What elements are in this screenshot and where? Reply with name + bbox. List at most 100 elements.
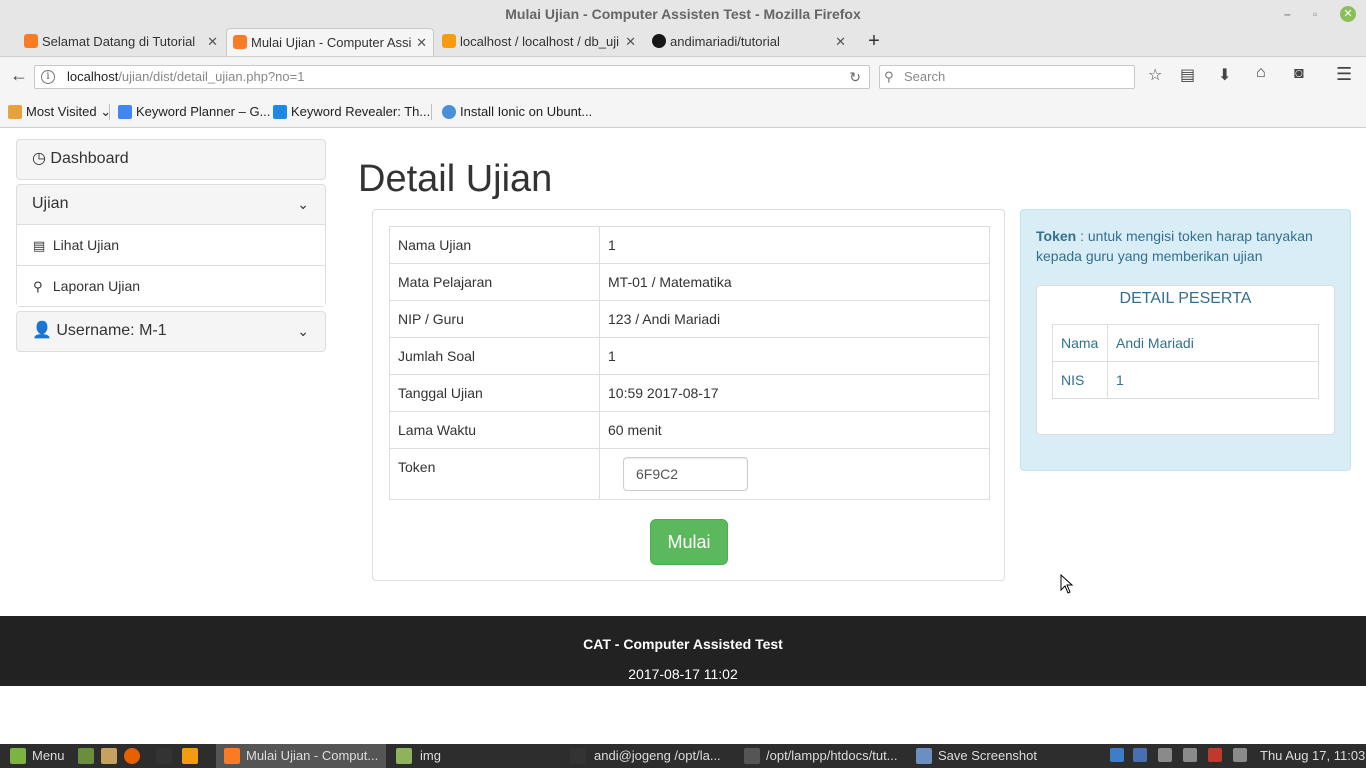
detail-label: Lama Waktu: [389, 411, 600, 449]
tab-phpmyadmin[interactable]: localhost / localhost / db_uji ✕: [436, 28, 642, 56]
bookmark-keyword-planner[interactable]: Keyword Planner – G...: [118, 96, 270, 128]
token-info-description: : untuk mengisi token harap tanyakan kep…: [1036, 228, 1313, 264]
detail-value: 10:59 2017-08-17: [599, 374, 990, 412]
settings-gear-icon[interactable]: [1233, 748, 1247, 762]
search-placeholder: Search: [904, 69, 946, 84]
dropbox-icon[interactable]: [1110, 748, 1124, 762]
new-tab-button[interactable]: +: [864, 28, 884, 56]
camera-icon: [916, 748, 932, 764]
participant-name-label: Nama: [1052, 324, 1108, 362]
maximize-icon[interactable]: ▫: [1313, 0, 1317, 28]
download-icon[interactable]: ⬇: [1218, 65, 1231, 85]
battery-icon[interactable]: [1208, 748, 1222, 762]
sidebar-item-ujian[interactable]: Ujian ⌄: [17, 185, 325, 224]
shield-icon[interactable]: [1133, 748, 1147, 762]
window-titlebar: Mulai Ujian - Computer Assisten Test - M…: [0, 0, 1366, 28]
chevron-down-icon: ⌄: [297, 323, 309, 339]
tab-github[interactable]: andimariadi/tutorial ✕: [646, 28, 852, 56]
tab-selamat-datang[interactable]: Selamat Datang di Tutorial ✕: [18, 28, 224, 56]
taskbar-item-label: andi@jogeng /opt/la...: [594, 748, 721, 763]
token-input[interactable]: [623, 457, 748, 491]
system-clock[interactable]: Thu Aug 17, 11:03: [1260, 744, 1365, 768]
sublime-text-icon[interactable]: [182, 748, 198, 764]
sidebar-item-laporan-ujian[interactable]: ⚲ Laporan Ujian: [17, 265, 325, 306]
bookmark-separator: [109, 104, 110, 120]
bookmark-install-ionic[interactable]: Install Ionic on Ubunt...: [442, 96, 592, 128]
footer-datetime: 2017-08-17 11:02: [628, 666, 738, 682]
xampp-icon: [224, 748, 240, 764]
text-editor-icon: [744, 748, 760, 764]
taskbar-item-screenshot[interactable]: Save Screenshot: [912, 744, 1082, 768]
table-row: Jumlah Soal 1: [389, 337, 990, 375]
dashboard-icon: ◷: [32, 150, 46, 167]
bookmark-keyword-revealer[interactable]: Keyword Revealer: Th...: [273, 96, 430, 128]
taskbar-item-img[interactable]: img: [390, 744, 560, 768]
start-exam-button[interactable]: Mulai: [650, 519, 728, 565]
detail-value: MT-01 / Matematika: [599, 263, 990, 301]
sidebar-dashboard-panel: ◷ Dashboard: [16, 139, 326, 180]
sidebar-item-label: Username: M-1: [56, 322, 167, 339]
bookmark-label: Install Ionic on Ubunt...: [460, 104, 593, 119]
home-icon[interactable]: ⌂: [1256, 64, 1266, 82]
close-tab-icon[interactable]: ✕: [416, 29, 427, 56]
participant-detail-box: DETAIL PESERTA Nama Andi Mariadi NIS 1: [1036, 285, 1335, 435]
participant-nis-value: 1: [1107, 361, 1319, 399]
exam-detail-panel: Nama Ujian 1 Mata Pelajaran MT-01 / Matemat…: [372, 209, 1005, 581]
terminal-icon: [570, 748, 586, 764]
terminal-icon[interactable]: [156, 748, 172, 764]
address-bar[interactable]: i localhost/ujian/dist/detail_ujian.php?…: [34, 65, 870, 89]
sidebar-user-panel: 👤 Username: M-1 ⌄: [16, 311, 326, 352]
sidebar-item-lihat-ujian[interactable]: ▤ Lihat Ujian: [17, 224, 325, 265]
sidebar-ujian-panel: Ujian ⌄ ▤ Lihat Ujian ⚲ Laporan Ujian: [16, 184, 326, 307]
bookmark-label: Keyword Planner – G...: [136, 104, 271, 119]
table-row: Nama Andi Mariadi: [1052, 324, 1319, 362]
participant-table: Nama Andi Mariadi NIS 1: [1052, 324, 1319, 399]
back-arrow-icon[interactable]: ←: [10, 65, 28, 86]
sidebar-item-dashboard[interactable]: ◷ Dashboard: [17, 140, 325, 178]
taskbar-item-label: Save Screenshot: [938, 748, 1038, 763]
info-icon[interactable]: i: [41, 70, 55, 84]
tab-label: andimariadi/tutorial: [670, 34, 780, 49]
token-info-panel: Token : untuk mengisi token harap tanyak…: [1020, 209, 1351, 471]
taskbar-item-terminal[interactable]: andi@jogeng /opt/la...: [564, 744, 734, 768]
footer-app-name: CAT - Computer Assisted Test: [583, 636, 783, 652]
minimize-icon[interactable]: –: [1284, 0, 1291, 28]
participant-detail-title: DETAIL PESERTA: [1119, 290, 1252, 307]
network-signal-icon[interactable]: [1158, 748, 1172, 762]
bookmark-star-icon[interactable]: ☆: [1148, 65, 1162, 85]
close-window-button[interactable]: ✕: [1340, 6, 1356, 22]
start-menu-button[interactable]: Menu: [4, 744, 65, 768]
tab-label: localhost / localhost / db_uji: [460, 34, 619, 49]
reload-icon[interactable]: ↻: [849, 66, 861, 88]
close-tab-icon[interactable]: ✕: [625, 28, 636, 55]
taskbar-item-firefox[interactable]: Mulai Ujian - Comput...: [216, 744, 386, 768]
hamburger-menu-icon[interactable]: ☰: [1336, 64, 1352, 85]
detail-value: 60 menit: [599, 411, 990, 449]
table-row: Nama Ujian 1: [389, 226, 990, 264]
list-icon: ▤: [33, 238, 46, 253]
detail-label: Mata Pelajaran: [389, 263, 600, 301]
volume-icon[interactable]: [1183, 748, 1197, 762]
detail-label: NIP / Guru: [389, 300, 600, 338]
detail-label: Jumlah Soal: [389, 337, 600, 375]
tab-label: Selamat Datang di Tutorial: [42, 34, 196, 49]
pocket-icon[interactable]: ◙: [1294, 65, 1304, 83]
reading-list-icon[interactable]: ▤: [1180, 65, 1195, 85]
detail-label: Tanggal Ujian: [389, 374, 600, 412]
close-tab-icon[interactable]: ✕: [835, 28, 846, 55]
taskbar-item-editor[interactable]: /opt/lampp/htdocs/tut...: [738, 744, 908, 768]
xampp-icon: [233, 35, 247, 49]
tab-mulai-ujian[interactable]: Mulai Ujian - Computer Assi ✕: [226, 28, 434, 56]
mint-logo-icon: [10, 748, 26, 764]
window-title: Mulai Ujian - Computer Assisten Test - M…: [505, 6, 861, 22]
sidebar-item-label: Laporan Ujian: [52, 278, 141, 294]
bookmark-most-visited[interactable]: Most Visited ⌄: [8, 96, 111, 128]
firefox-icon[interactable]: [124, 748, 140, 764]
show-desktop-icon[interactable]: [78, 748, 94, 764]
sidebar-item-username[interactable]: 👤 Username: M-1 ⌄: [17, 312, 325, 350]
search-input[interactable]: ⚲ Search: [879, 65, 1135, 89]
close-tab-icon[interactable]: ✕: [207, 28, 218, 55]
participant-name-value: Andi Mariadi: [1107, 324, 1319, 362]
detail-value: 1: [599, 226, 990, 264]
file-manager-icon[interactable]: [101, 748, 117, 764]
